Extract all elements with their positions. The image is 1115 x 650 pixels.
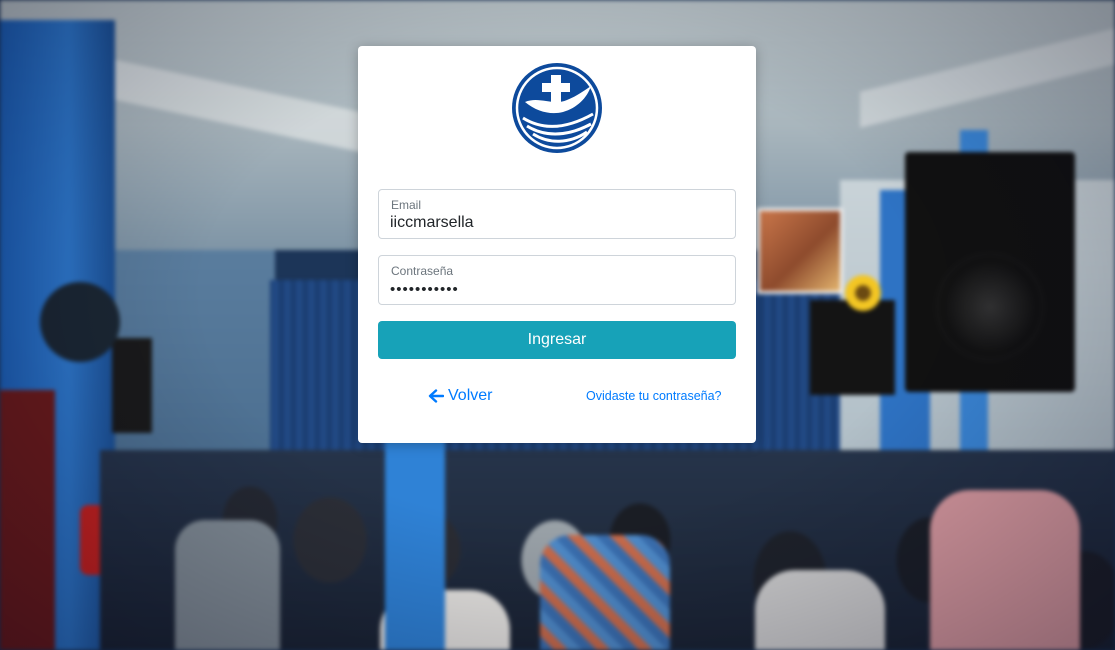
login-page: Email Contraseña Ingresar Volver Ovidast… [0, 0, 1115, 650]
password-label: Contraseña [391, 264, 454, 278]
forgot-password-link[interactable]: Ovidaste tu contraseña? [586, 389, 722, 403]
password-field[interactable]: Contraseña [378, 255, 736, 305]
arrow-left-icon [428, 389, 444, 403]
back-link-label: Volver [448, 387, 493, 404]
email-input[interactable] [390, 213, 720, 233]
back-link[interactable]: Volver [428, 385, 492, 407]
email-label: Email [391, 198, 422, 212]
church-cross-dove-logo-icon [511, 62, 603, 154]
password-input[interactable] [390, 279, 720, 299]
login-submit-button[interactable]: Ingresar [378, 321, 736, 359]
login-card: Email Contraseña Ingresar Volver Ovidast… [358, 46, 756, 443]
email-field[interactable]: Email [378, 189, 736, 239]
